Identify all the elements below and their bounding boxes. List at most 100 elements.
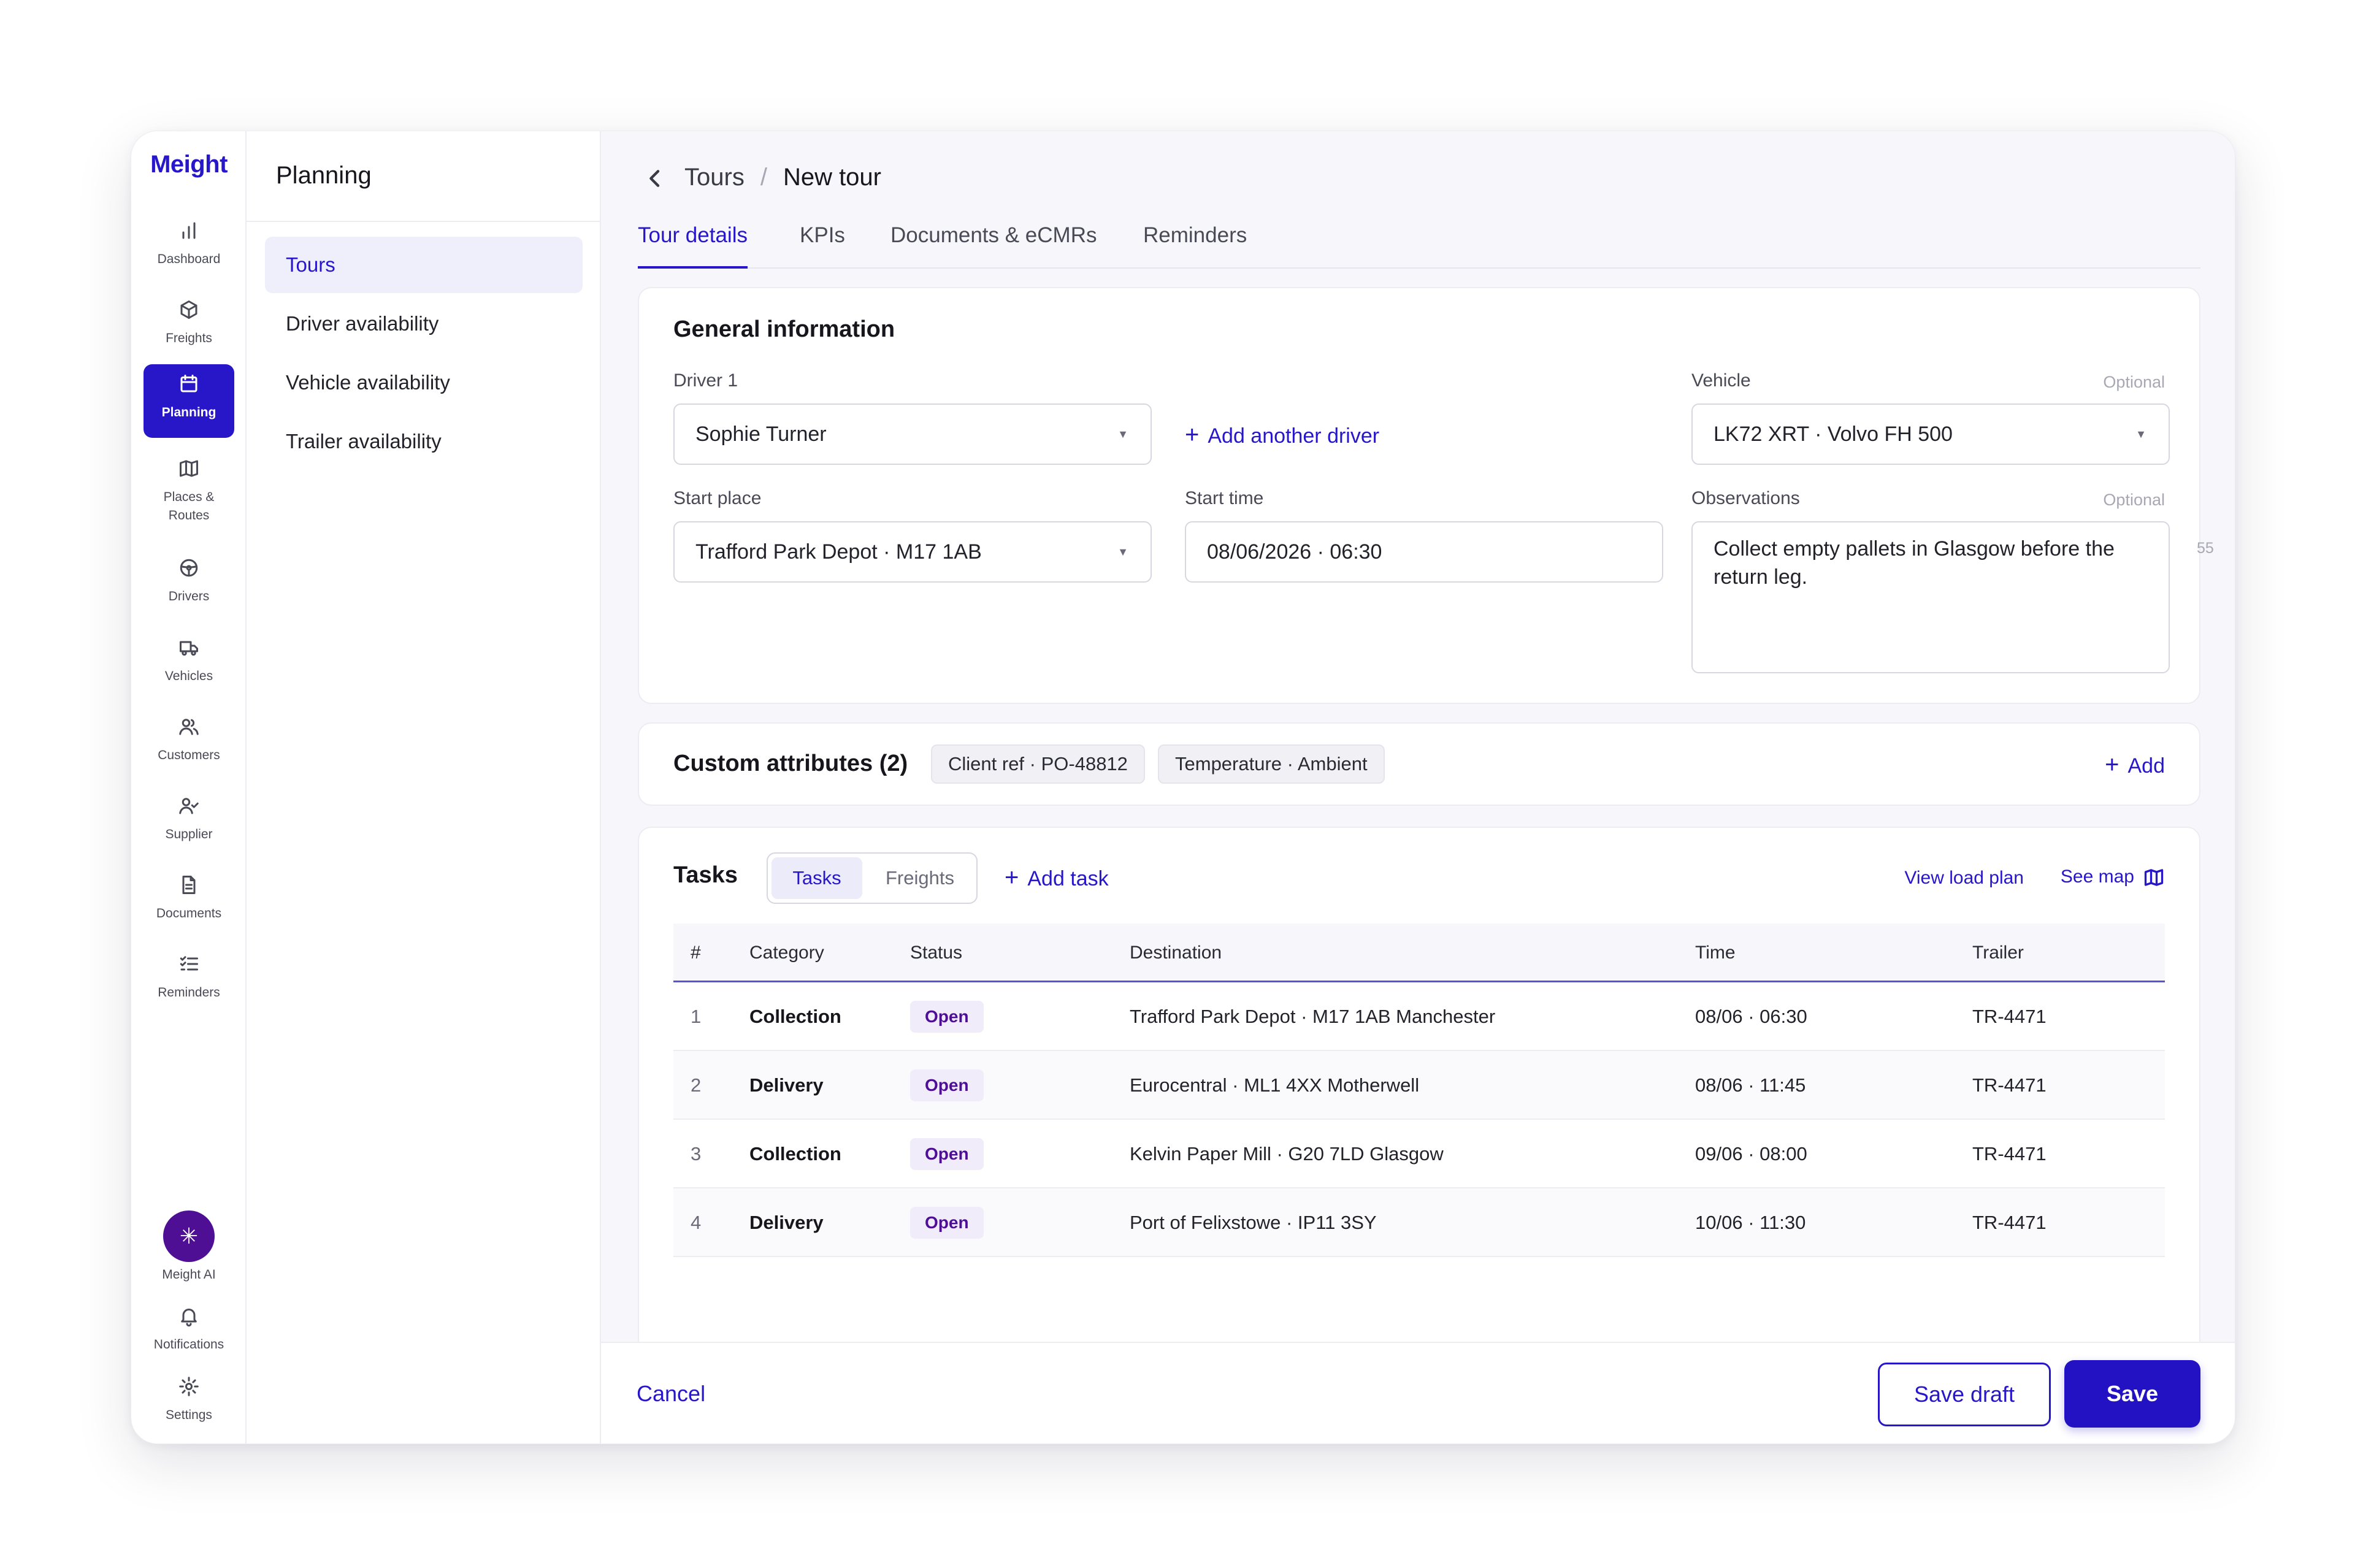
checklist-icon xyxy=(180,956,198,971)
rail-label: Reminders xyxy=(158,985,220,1000)
map-icon xyxy=(180,460,198,477)
cell-trailer: TR-4471 xyxy=(1972,1143,2047,1165)
attribute-chip-temperature[interactable]: Temperature · Ambient xyxy=(1158,744,1385,784)
column-header-category[interactable]: Category xyxy=(749,924,824,982)
rail-label: Customers xyxy=(158,748,220,762)
rail-item-settings[interactable]: Settings xyxy=(144,1367,234,1440)
toggle-freights[interactable]: Freights xyxy=(866,857,974,899)
status-badge: Open xyxy=(910,1001,984,1033)
plus-icon: + xyxy=(1185,421,1200,448)
table-row[interactable]: 1 Collection Open Trafford Park Depot · … xyxy=(673,982,2165,1051)
custom-attributes-title: Custom attributes (2) xyxy=(673,751,908,776)
vehicle-optional-hint: Optional xyxy=(2103,373,2165,391)
observations-label: Observations xyxy=(1691,488,1800,508)
subnav-item-driver-availability[interactable]: Driver availability xyxy=(265,296,583,352)
subnav-item-vehicle-availability[interactable]: Vehicle availability xyxy=(265,354,583,411)
steering-wheel-icon xyxy=(180,559,198,577)
tab-kpis[interactable]: KPIs xyxy=(800,211,845,269)
caret-down-icon: ▼ xyxy=(1117,428,1128,440)
observations-textarea[interactable]: Collect empty pallets in Glasgow before … xyxy=(1691,521,2170,673)
add-driver-label: Add another driver xyxy=(1208,424,1380,448)
observations-optional-hint: Optional xyxy=(2103,491,2165,509)
column-header-status[interactable]: Status xyxy=(910,924,962,982)
app-window: Meight Dashboard Freights Planning Place… xyxy=(131,131,2235,1444)
save-button[interactable]: Save xyxy=(2064,1360,2200,1428)
document-icon xyxy=(182,876,196,894)
cell-category: Collection xyxy=(749,1143,841,1165)
chevron-left-icon xyxy=(649,170,660,188)
general-information-title: General information xyxy=(673,316,895,342)
tasks-card: Tasks Tasks Freights + Add task View load… xyxy=(638,827,2200,1354)
rail-item-planning[interactable]: Planning xyxy=(144,364,234,438)
tab-tour-details[interactable]: Tour details xyxy=(638,211,748,269)
rail-item-reminders[interactable]: Reminders xyxy=(144,944,234,1018)
cell-category: Collection xyxy=(749,1006,841,1027)
status-badge: Open xyxy=(910,1138,984,1170)
column-header-trailer[interactable]: Trailer xyxy=(1972,924,2024,982)
subnav-item-tours[interactable]: Tours xyxy=(265,237,583,293)
brand-logo[interactable]: Meight xyxy=(131,151,247,178)
back-button[interactable] xyxy=(643,166,667,191)
start-time-input[interactable]: 08/06/2026 · 06:30 xyxy=(1185,521,1663,583)
start-place-label: Start place xyxy=(673,488,762,508)
breadcrumb-current: New tour xyxy=(783,164,881,191)
caret-down-icon: ▼ xyxy=(1117,546,1128,558)
rail-item-vehicles[interactable]: Vehicles xyxy=(144,628,234,702)
rail-item-drivers[interactable]: Drivers xyxy=(144,548,234,622)
column-header-time[interactable]: Time xyxy=(1695,924,1736,982)
cell-category: Delivery xyxy=(749,1074,824,1096)
column-header-destination[interactable]: Destination xyxy=(1130,924,1222,982)
icon-rail: Meight Dashboard Freights Planning Place… xyxy=(131,131,247,1444)
rail-item-notifications[interactable]: Notifications xyxy=(144,1296,234,1370)
plus-icon: + xyxy=(1005,864,1019,891)
custom-attributes-card: Custom attributes (2) Client ref · PO-48… xyxy=(638,722,2200,806)
cell-destination: Eurocentral · ML1 4XX Motherwell xyxy=(1130,1074,1420,1096)
tour-tabs: Tour details KPIs Documents & eCMRs Remi… xyxy=(638,211,2200,269)
attribute-chip-client-ref[interactable]: Client ref · PO-48812 xyxy=(931,744,1145,784)
add-task-button[interactable]: + Add task xyxy=(1005,862,1109,894)
rail-item-places-routes[interactable]: Places & Routes xyxy=(144,449,234,535)
subnav-item-trailer-availability[interactable]: Trailer availability xyxy=(265,413,583,470)
table-header: # Category Status Destination Time Trail… xyxy=(673,924,2165,982)
tasks-title: Tasks xyxy=(673,862,738,888)
table-row[interactable]: 4 Delivery Open Port of Felixstowe · IP1… xyxy=(673,1188,2165,1257)
cell-category: Delivery xyxy=(749,1212,824,1233)
tasks-freights-toggle: Tasks Freights xyxy=(767,852,978,904)
see-map-link[interactable]: See map xyxy=(2061,863,2165,890)
view-load-plan-link[interactable]: View load plan xyxy=(1904,865,2024,892)
rail-item-meight-ai[interactable]: Meight AI xyxy=(144,1260,234,1296)
tab-reminders[interactable]: Reminders xyxy=(1143,211,1247,269)
bell-icon xyxy=(181,1309,197,1327)
rail-item-supplier[interactable]: Supplier xyxy=(144,786,234,860)
cell-time: 08/06 · 06:30 xyxy=(1695,1006,1807,1027)
vehicle-select[interactable]: LK72 XRT · Volvo FH 500 ▼ xyxy=(1691,403,2170,465)
save-draft-button[interactable]: Save draft xyxy=(1878,1363,2051,1426)
start-place-select[interactable]: Trafford Park Depot · M17 1AB ▼ xyxy=(673,521,1152,583)
cell-number: 1 xyxy=(691,1006,702,1027)
rail-label: Settings xyxy=(166,1408,212,1422)
cell-trailer: TR-4471 xyxy=(1972,1212,2047,1233)
rail-item-documents[interactable]: Documents xyxy=(144,865,234,939)
rail-item-customers[interactable]: Customers xyxy=(144,707,234,781)
tab-documents-ecmrs[interactable]: Documents & eCMRs xyxy=(890,211,1097,269)
cell-time: 10/06 · 11:30 xyxy=(1695,1212,1806,1233)
calendar-icon xyxy=(180,375,197,392)
driver-select[interactable]: Sophie Turner ▼ xyxy=(673,403,1152,465)
caret-down-icon: ▼ xyxy=(2135,428,2146,440)
rail-label: Freights xyxy=(166,331,212,345)
rail-label: Dashboard xyxy=(157,252,221,266)
rail-label: Notifications xyxy=(153,1337,224,1352)
rail-item-freights[interactable]: Freights xyxy=(144,290,234,364)
toggle-tasks[interactable]: Tasks xyxy=(772,857,862,899)
table-row[interactable]: 2 Delivery Open Eurocentral · ML1 4XX Mo… xyxy=(673,1051,2165,1120)
meight-ai-button[interactable]: ✳ xyxy=(163,1210,215,1262)
cancel-button[interactable]: Cancel xyxy=(637,1375,705,1412)
divider xyxy=(247,221,600,222)
table-row[interactable]: 3 Collection Open Kelvin Paper Mill · G2… xyxy=(673,1120,2165,1188)
add-attribute-label: Add xyxy=(2127,754,2165,778)
breadcrumb-tours-link[interactable]: Tours xyxy=(684,164,745,191)
rail-item-dashboard[interactable]: Dashboard xyxy=(144,211,234,285)
add-another-driver-button[interactable]: + Add another driver xyxy=(1185,419,1379,451)
column-header-number: # xyxy=(691,943,701,963)
add-attribute-button[interactable]: + Add xyxy=(2105,749,2165,781)
